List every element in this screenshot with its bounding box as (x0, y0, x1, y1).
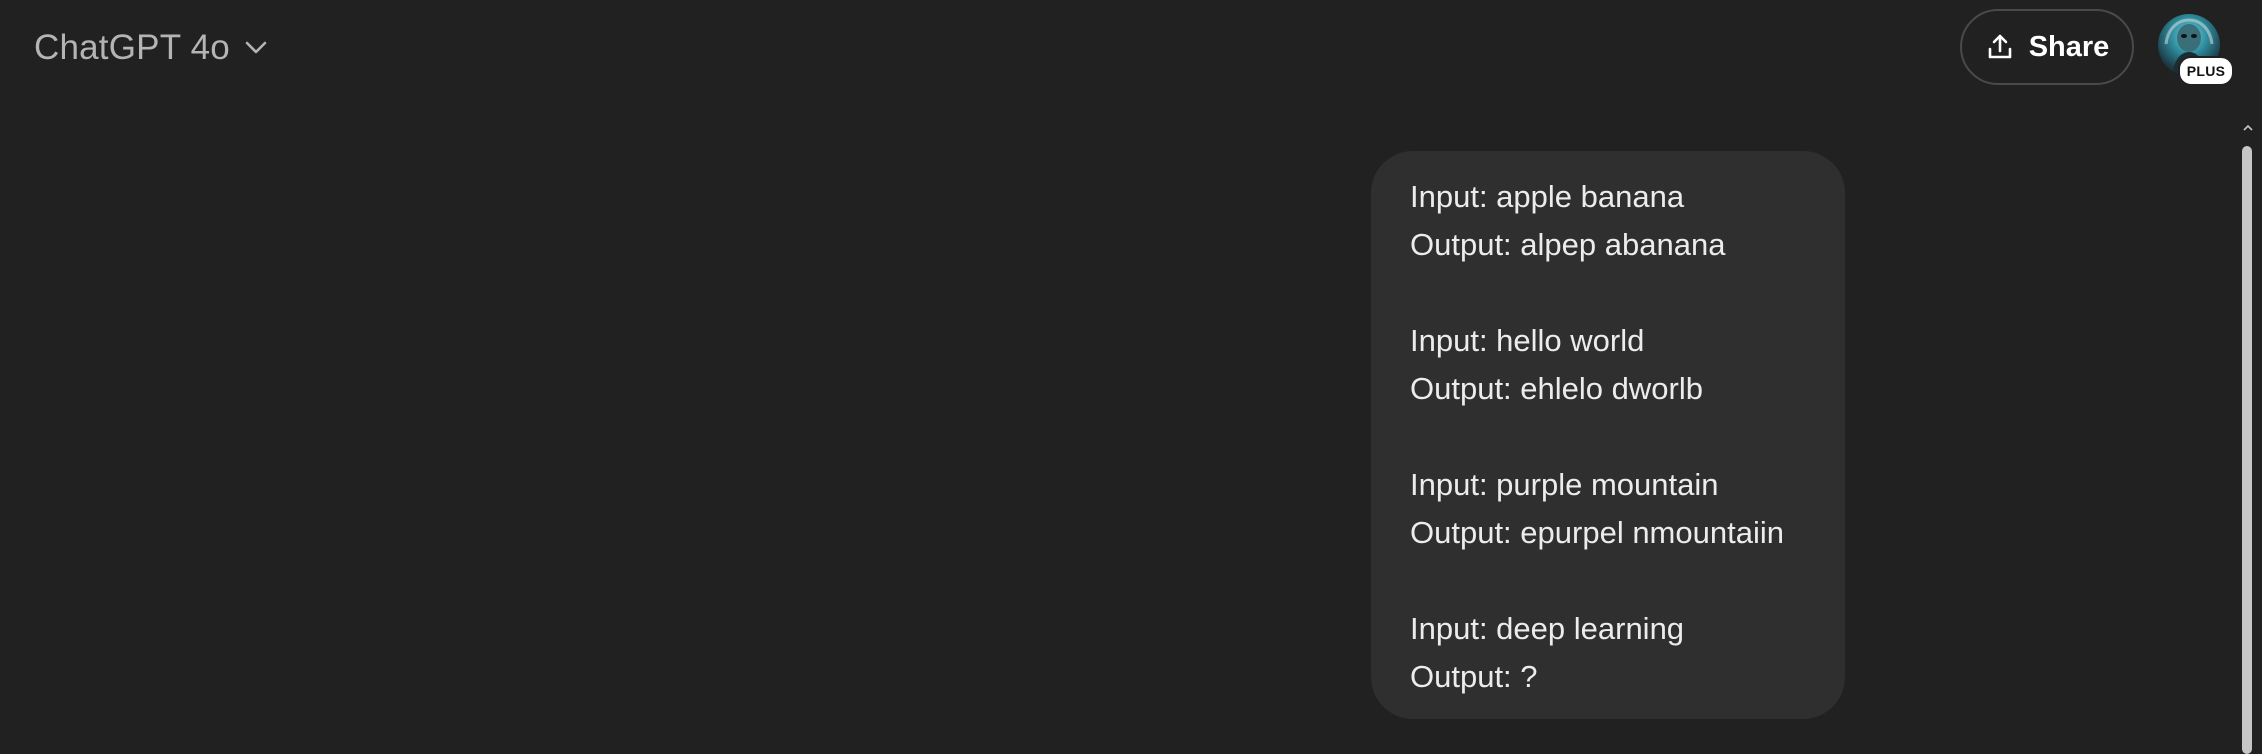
message-line: Output: alpep abanana (1410, 227, 1726, 262)
plus-badge: PLUS (2178, 56, 2234, 86)
share-button[interactable]: Share (1960, 9, 2134, 85)
message-line: Input: deep learning (1410, 611, 1685, 646)
message-line: Output: ehlelo dworlb (1410, 371, 1703, 406)
chevron-down-icon (242, 34, 270, 62)
share-upload-icon (1985, 32, 2015, 62)
user-message-bubble: Input: apple banana Output: alpep abanan… (1371, 151, 1845, 719)
share-label: Share (2028, 30, 2110, 63)
message-line: Input: apple banana (1410, 179, 1685, 214)
model-name: ChatGPT 4o (34, 28, 230, 67)
message-line: Input: purple mountain (1410, 467, 1719, 502)
model-selector[interactable]: ChatGPT 4o (24, 22, 280, 74)
message-line: Output: epurpel nmountaiin (1410, 515, 1784, 550)
chat-page: ChatGPT 4o Share PLUS Input: apple banan… (0, 0, 2262, 754)
scrollbar-thumb[interactable] (2242, 146, 2252, 754)
message-line: Input: hello world (1410, 323, 1645, 358)
top-bar: ChatGPT 4o Share PLUS (0, 0, 2262, 96)
message-line: Output: ? (1410, 659, 1538, 694)
scroll-up-icon[interactable] (2242, 122, 2254, 134)
user-avatar-button[interactable]: PLUS (2158, 14, 2234, 86)
